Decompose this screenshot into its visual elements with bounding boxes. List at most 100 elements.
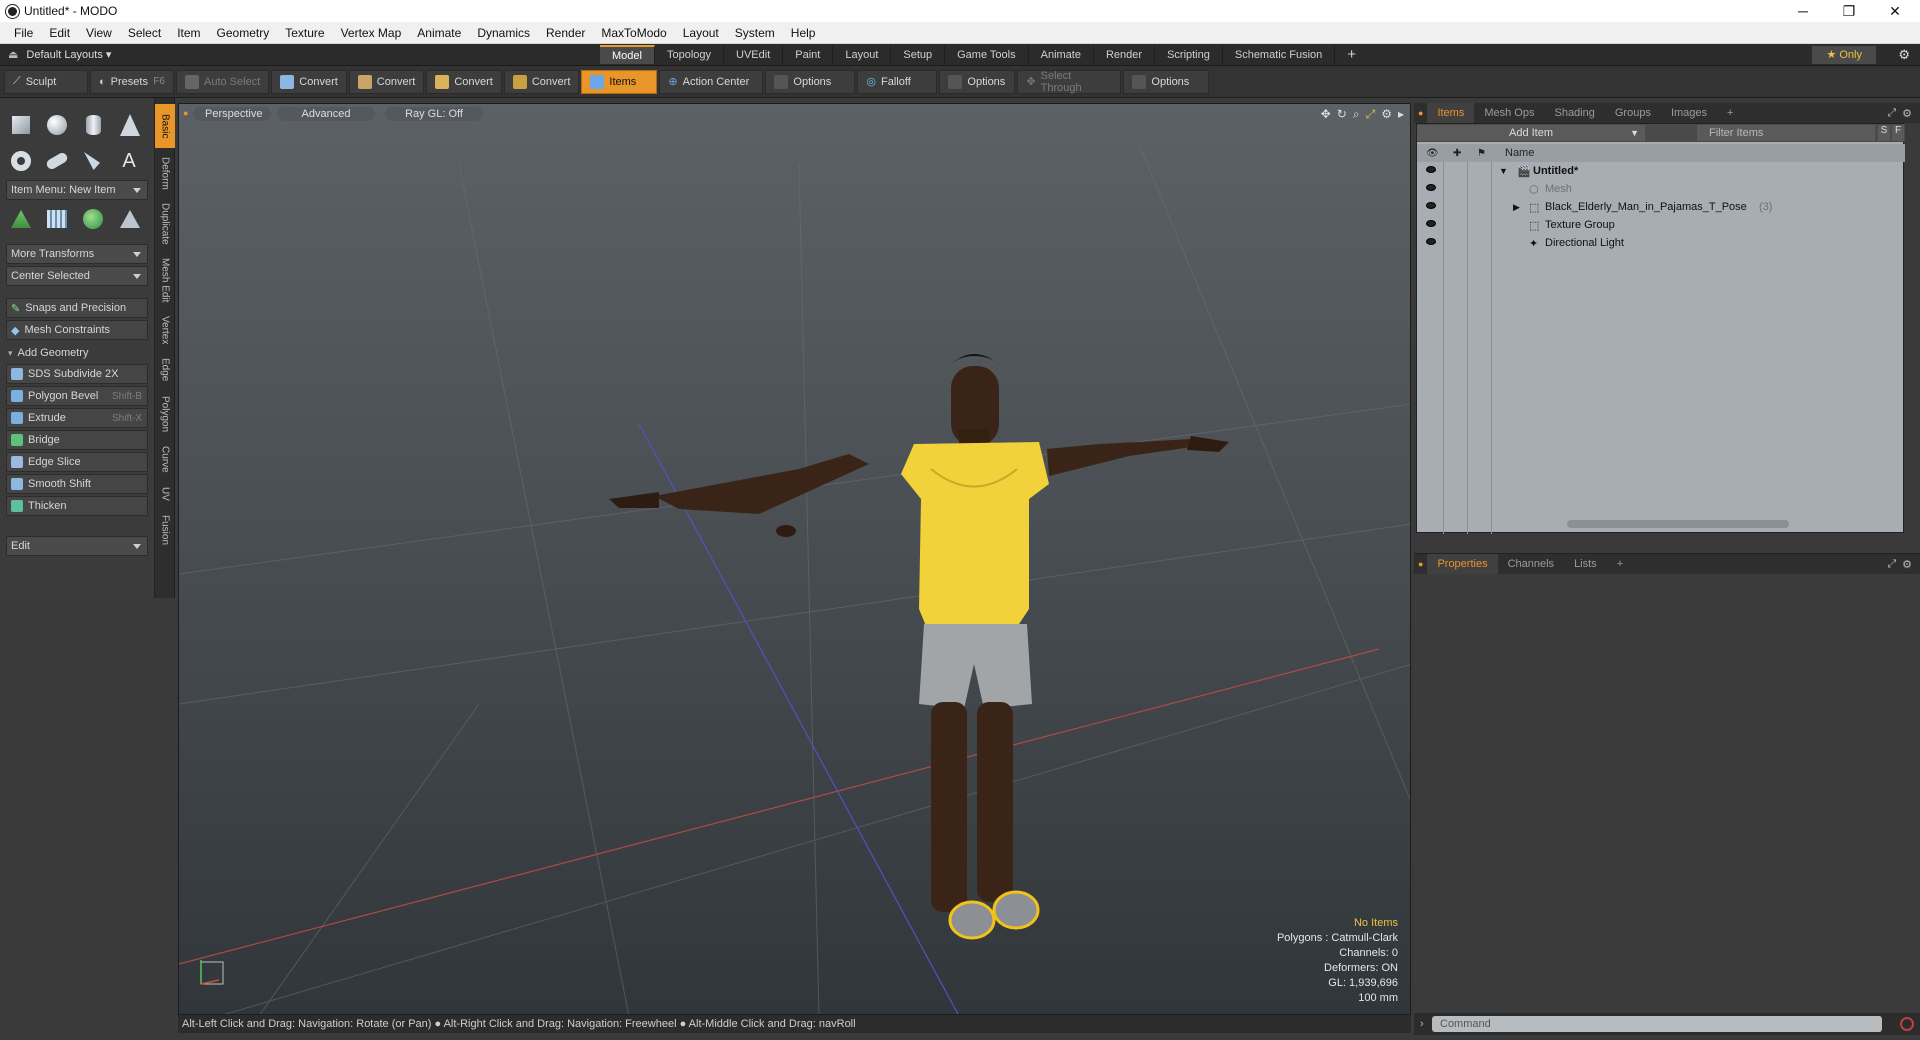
restore-button[interactable]: ❐	[1826, 0, 1872, 22]
tab-scripting[interactable]: Scripting	[1155, 45, 1223, 64]
tab-model[interactable]: Model	[600, 45, 655, 64]
eye-icon[interactable]	[1426, 220, 1436, 227]
pan-icon[interactable]: ✥	[1321, 107, 1331, 122]
name-column-header[interactable]: Name	[1505, 147, 1534, 159]
tab-properties[interactable]: Properties	[1427, 554, 1498, 574]
menu-item[interactable]: Item	[169, 26, 208, 40]
menu-maxtomodo[interactable]: MaxToModo	[593, 26, 674, 40]
layout-preset-dropdown[interactable]: Default Layouts ▾	[26, 48, 111, 61]
raygl-button[interactable]: Ray GL: Off	[385, 107, 483, 121]
menu-select[interactable]: Select	[120, 26, 169, 40]
viewport-collapse-icon[interactable]: ●	[183, 108, 188, 118]
sds-subdivide-button[interactable]: SDS Subdivide 2X	[6, 364, 148, 384]
record-icon[interactable]	[1900, 1017, 1914, 1031]
mesh-constraints-button[interactable]: ◆ Mesh Constraints	[6, 320, 148, 340]
extrude-button[interactable]: Extrude Shift-X	[6, 408, 148, 428]
filter-f-button[interactable]: F	[1892, 125, 1904, 141]
tree-item-texture-group[interactable]: ⬚ Texture Group	[1417, 216, 1905, 234]
smooth-shift-button[interactable]: Smooth Shift	[6, 474, 148, 494]
vtab-deform[interactable]: Deform	[155, 150, 175, 196]
cone-icon[interactable]	[114, 110, 144, 140]
menu-geometry[interactable]: Geometry	[209, 26, 278, 40]
menu-dynamics[interactable]: Dynamics	[469, 26, 538, 40]
vtab-vertex[interactable]: Vertex	[155, 310, 175, 350]
more-transforms-dropdown[interactable]: More Transforms	[6, 244, 148, 264]
panel-settings-icon[interactable]: ⚙	[1902, 107, 1912, 120]
menu-texture[interactable]: Texture	[277, 26, 332, 40]
tab-setup[interactable]: Setup	[891, 45, 946, 64]
pen-icon[interactable]	[78, 146, 108, 176]
add-panel-tab[interactable]: +	[1607, 554, 1633, 574]
perspective-button[interactable]: Perspective	[193, 107, 271, 121]
convert-materials-button[interactable]: Convert	[503, 69, 580, 94]
vtab-duplicate[interactable]: Duplicate	[155, 198, 175, 250]
globe-icon[interactable]	[78, 204, 108, 234]
tab-shading[interactable]: Shading	[1544, 103, 1604, 123]
viewport-more-icon[interactable]: ▸	[1398, 107, 1404, 122]
edit-dropdown[interactable]: Edit	[6, 536, 148, 556]
panel-expand-icon[interactable]: ⤢	[1887, 107, 1896, 120]
close-button[interactable]: ✕	[1872, 0, 1918, 22]
eye-icon[interactable]	[1426, 202, 1436, 209]
auto-select-button[interactable]: Auto Select	[176, 69, 270, 94]
sphere-icon[interactable]	[42, 110, 72, 140]
rotate-icon[interactable]: ↻	[1337, 107, 1347, 122]
grid-icon[interactable]	[42, 204, 72, 234]
presets-button[interactable]: ◐ Presets F6	[90, 69, 174, 94]
render-column-icon[interactable]: ⚑	[1477, 148, 1486, 159]
menu-file[interactable]: File	[6, 26, 41, 40]
add-panel-tab[interactable]: +	[1717, 103, 1743, 123]
viewport-settings-icon[interactable]: ⚙	[1381, 107, 1392, 122]
convert-edges-button[interactable]: Convert	[348, 69, 425, 94]
add-item-dropdown[interactable]: Add Item ▼	[1417, 125, 1645, 141]
tree-item-untitled[interactable]: ▼ 🎬 Untitled*	[1417, 162, 1905, 180]
menu-layout[interactable]: Layout	[675, 26, 727, 40]
menu-edit[interactable]: Edit	[41, 26, 78, 40]
sculpt-button[interactable]: ⟋ Sculpt	[4, 69, 88, 94]
text-icon[interactable]: A	[114, 146, 144, 176]
tab-animate[interactable]: Animate	[1029, 45, 1094, 64]
command-input[interactable]: Command	[1432, 1016, 1882, 1032]
tree-item-directional-light[interactable]: ✦ Directional Light	[1417, 234, 1905, 252]
convert-vertices-button[interactable]: Convert	[271, 69, 347, 94]
advanced-button[interactable]: Advanced	[277, 107, 375, 121]
vtab-mesh-edit[interactable]: Mesh Edit	[155, 252, 175, 308]
tab-render[interactable]: Render	[1094, 45, 1156, 64]
filter-s-button[interactable]: S	[1878, 125, 1890, 141]
capsule-icon[interactable]	[42, 146, 72, 176]
menu-system[interactable]: System	[727, 26, 783, 40]
tree-item-mesh[interactable]: ⬡ Mesh	[1417, 180, 1905, 198]
vtab-curve[interactable]: Curve	[155, 440, 175, 478]
pyramid-icon[interactable]	[114, 204, 144, 234]
zoom-icon[interactable]: ⌕	[1353, 107, 1360, 122]
cylinder-icon[interactable]	[78, 110, 108, 140]
eye-icon[interactable]	[1426, 184, 1436, 191]
tab-channels[interactable]: Channels	[1498, 554, 1564, 574]
tab-uvedit[interactable]: UVEdit	[724, 45, 784, 64]
lock-column-icon[interactable]: ✚	[1453, 148, 1461, 159]
item-menu-dropdown[interactable]: Item Menu: New Item	[6, 180, 148, 200]
vtab-uv[interactable]: UV	[155, 480, 175, 508]
falloff-button[interactable]: ◎ Falloff	[857, 69, 938, 94]
menu-render[interactable]: Render	[538, 26, 593, 40]
falloff-options-button[interactable]: Options	[939, 69, 1016, 94]
vtab-edge[interactable]: Edge	[155, 352, 175, 388]
cube-icon[interactable]	[6, 110, 36, 140]
edge-slice-button[interactable]: Edge Slice	[6, 452, 148, 472]
panel-settings-icon[interactable]: ⚙	[1902, 558, 1912, 571]
add-geometry-header[interactable]: ▾ Add Geometry	[8, 344, 148, 362]
only-button[interactable]: ★ Only	[1812, 45, 1876, 64]
panel-expand-icon[interactable]: ⤢	[1887, 558, 1896, 571]
tree-item-character[interactable]: ▶ ⬚ Black_Elderly_Man_in_Pajamas_T_Pose …	[1417, 198, 1905, 216]
tab-groups[interactable]: Groups	[1605, 103, 1661, 123]
tab-schematic-fusion[interactable]: Schematic Fusion	[1223, 45, 1336, 64]
vtab-basic[interactable]: Basic	[155, 104, 175, 148]
vtab-fusion[interactable]: Fusion	[155, 510, 175, 550]
menu-vertex-map[interactable]: Vertex Map	[333, 26, 410, 40]
minimize-button[interactable]: ─	[1780, 0, 1826, 22]
bridge-button[interactable]: Bridge	[6, 430, 148, 450]
center-selected-dropdown[interactable]: Center Selected	[6, 266, 148, 286]
add-tab-button[interactable]: +	[1335, 45, 1368, 64]
action-center-options-button[interactable]: Options	[765, 69, 856, 94]
thicken-button[interactable]: Thicken	[6, 496, 148, 516]
